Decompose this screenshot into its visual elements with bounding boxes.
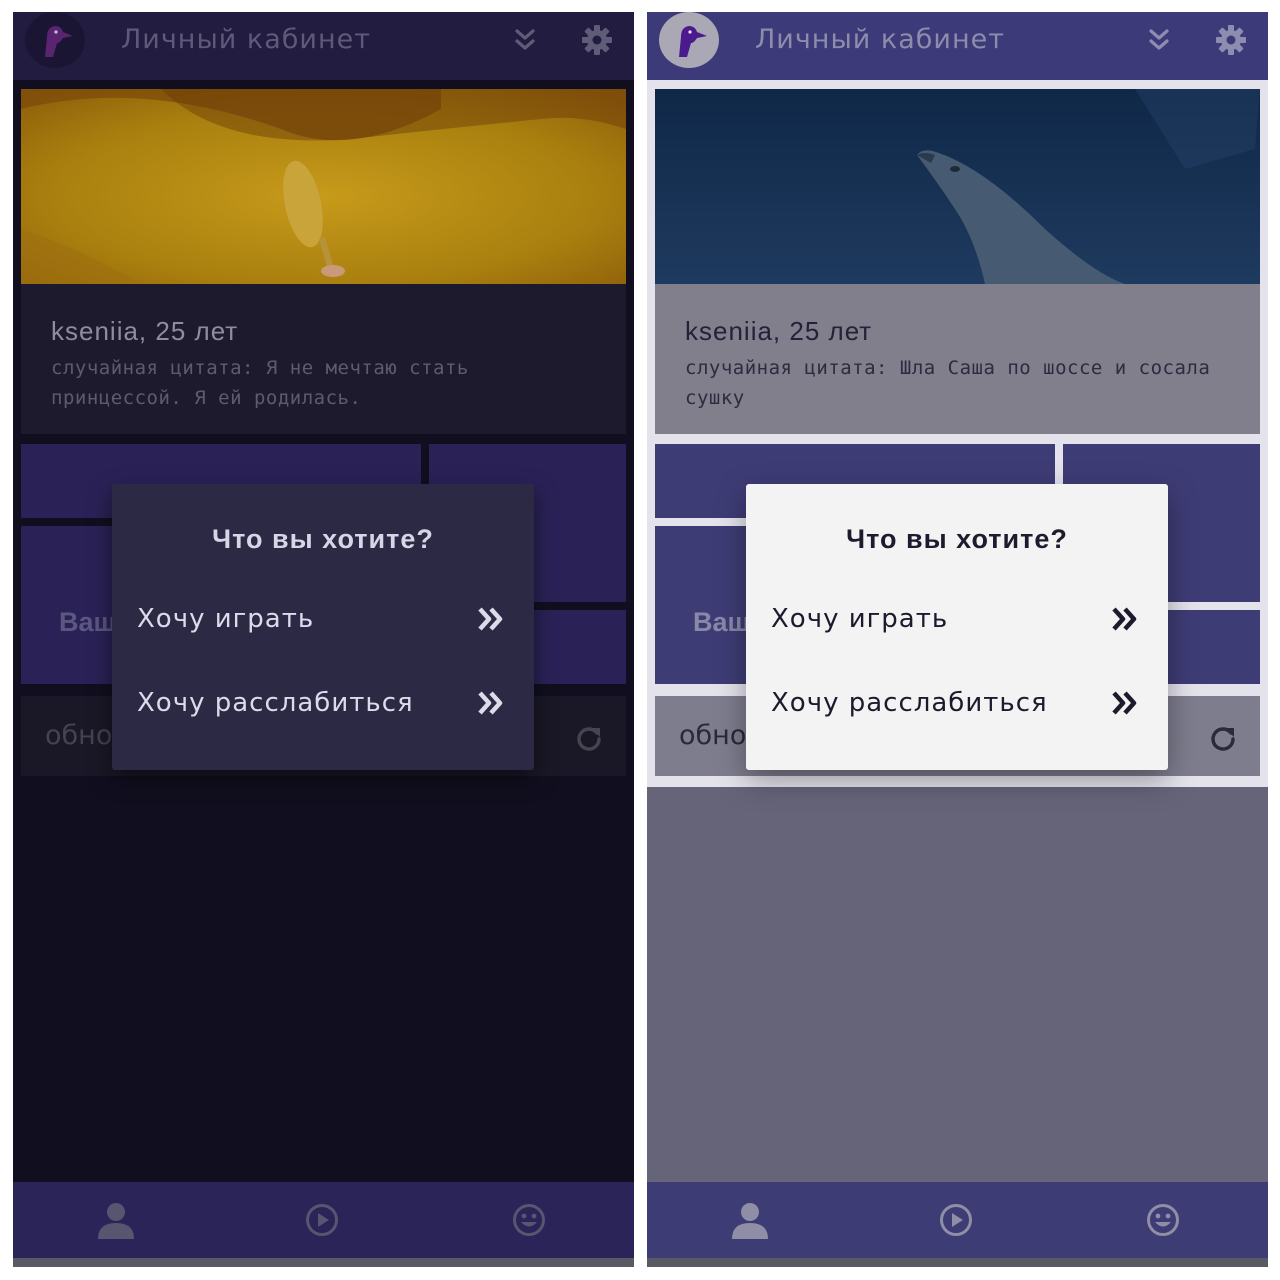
page-title: Личный кабинет — [755, 24, 1005, 55]
profile-banner-image — [21, 89, 626, 284]
want-to-relax-option[interactable]: Хочу расслабиться — [746, 668, 1168, 740]
nav-play-button[interactable] — [300, 1198, 344, 1242]
choice-dialog: Что вы хотите? Хочу играть Хочу расслаби… — [746, 484, 1168, 770]
gear-icon — [1216, 25, 1246, 55]
dark-theme-screen: Личный кабинет kseniia, 25 лет случайная… — [13, 12, 634, 1267]
collapse-button[interactable] — [505, 20, 545, 60]
profile-info-card: kseniia, 25 лет случайная цитата: Я не м… — [21, 284, 626, 434]
user-name-age: kseniia, 25 лет — [685, 316, 873, 346]
profile-icon — [98, 1203, 134, 1239]
play-icon — [940, 1204, 972, 1236]
app-header: Личный кабинет — [647, 12, 1268, 80]
tile-label: Ваш — [693, 607, 751, 637]
refresh-label: обно — [679, 720, 747, 751]
app-logo — [659, 12, 719, 68]
page-title: Личный кабинет — [121, 24, 371, 55]
nav-profile-button[interactable] — [728, 1198, 772, 1242]
system-nav-strip — [13, 1258, 634, 1267]
option-label: Хочу играть — [137, 604, 315, 634]
nav-mood-button[interactable] — [507, 1198, 551, 1242]
profile-icon — [732, 1203, 768, 1239]
app-header: Личный кабинет — [13, 12, 634, 80]
settings-button[interactable] — [1211, 20, 1251, 60]
refresh-icon — [577, 727, 601, 751]
refresh-button[interactable] — [569, 718, 609, 758]
settings-button[interactable] — [577, 20, 617, 60]
content-area — [647, 787, 1268, 1182]
option-label: Хочу расслабиться — [137, 688, 414, 718]
profile-info-card: kseniia, 25 лет случайная цитата: Шла Са… — [655, 284, 1260, 434]
bottom-navigation — [647, 1182, 1268, 1258]
choice-dialog: Что вы хотите? Хочу играть Хочу расслаби… — [112, 484, 534, 770]
double-chevron-right-icon — [1112, 691, 1137, 715]
flower-photo — [21, 89, 626, 284]
refresh-icon — [1211, 727, 1235, 751]
user-name-age: kseniia, 25 лет — [51, 316, 239, 346]
want-to-play-option[interactable]: Хочу играть — [112, 584, 534, 656]
smiley-icon — [513, 1204, 545, 1236]
refresh-button[interactable] — [1203, 718, 1243, 758]
nav-mood-button[interactable] — [1141, 1198, 1185, 1242]
want-to-play-option[interactable]: Хочу играть — [746, 584, 1168, 656]
tile-label: Ваш — [59, 607, 117, 637]
app-logo — [25, 12, 85, 68]
random-quote: случайная цитата: Я не мечтаю стать прин… — [51, 357, 469, 409]
smiley-icon — [1147, 1204, 1179, 1236]
double-chevron-right-icon — [478, 691, 503, 715]
gear-icon — [582, 25, 612, 55]
bird-logo-icon — [45, 26, 73, 57]
nav-profile-button[interactable] — [94, 1198, 138, 1242]
double-chevron-right-icon — [1112, 607, 1137, 631]
system-nav-strip — [647, 1258, 1268, 1267]
nav-play-button[interactable] — [934, 1198, 978, 1242]
dolphin-photo — [655, 89, 1260, 284]
random-quote: случайная цитата: Шла Саша по шоссе и со… — [685, 357, 1211, 409]
dialog-title: Что вы хотите? — [846, 524, 1068, 554]
double-chevron-down-icon — [515, 29, 535, 50]
play-icon — [306, 1204, 338, 1236]
collapse-button[interactable] — [1139, 20, 1179, 60]
want-to-relax-option[interactable]: Хочу расслабиться — [112, 668, 534, 740]
double-chevron-down-icon — [1149, 29, 1169, 50]
option-label: Хочу играть — [771, 604, 949, 634]
bird-logo-icon — [679, 26, 707, 57]
bottom-navigation — [13, 1182, 634, 1258]
option-label: Хочу расслабиться — [771, 688, 1048, 718]
double-chevron-right-icon — [478, 607, 503, 631]
light-theme-screen: Личный кабинет kseniia, 25 лет случайная… — [647, 12, 1268, 1267]
profile-banner-image — [655, 89, 1260, 284]
refresh-label: обно — [45, 720, 113, 751]
dialog-title: Что вы хотите? — [212, 524, 434, 554]
